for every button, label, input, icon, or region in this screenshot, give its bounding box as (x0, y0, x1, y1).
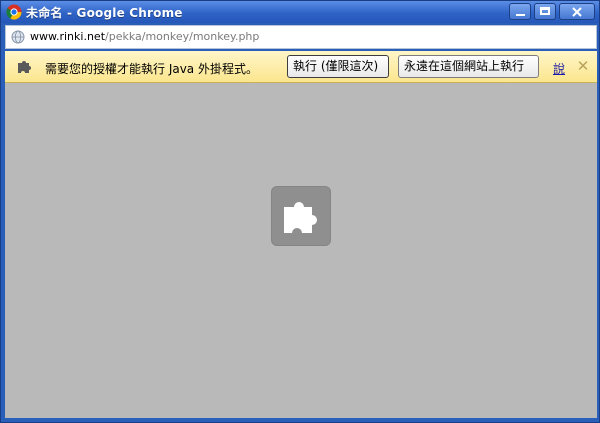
plugin-placeholder-icon (284, 202, 317, 233)
maximize-icon (540, 7, 550, 15)
learn-more-link[interactable]: 說 (553, 60, 566, 77)
chrome-icon (6, 4, 22, 20)
puzzle-piece-icon (18, 61, 31, 73)
globe-icon (11, 30, 25, 44)
url-path: /pekka/monkey/monkey.php (105, 30, 260, 43)
plugin-placeholder[interactable] (271, 186, 331, 246)
minimize-icon (516, 14, 525, 16)
browser-window: 未命名 - Google Chrome www.rinki.net/pekka/… (0, 0, 600, 423)
window-title: 未命名 - Google Chrome (26, 6, 183, 20)
url-host: www.rinki.net (30, 30, 106, 43)
minimize-button[interactable] (509, 3, 531, 20)
page-content (5, 83, 597, 418)
run-once-button[interactable]: 執行 (僅限這次) (287, 55, 389, 78)
url-text[interactable]: www.rinki.net/pekka/monkey/monkey.php (30, 30, 259, 43)
address-bar[interactable]: www.rinki.net/pekka/monkey/monkey.php (5, 25, 597, 49)
run-always-button[interactable]: 永遠在這個網站上執行 (398, 55, 539, 78)
maximize-button[interactable] (534, 3, 556, 20)
title-bar[interactable]: 未命名 - Google Chrome (1, 1, 599, 23)
close-window-button[interactable] (559, 3, 595, 20)
close-infobar-icon[interactable]: ✕ (576, 57, 590, 75)
infobar-message: 需要您的授權才能執行 Java 外掛程式。 (45, 62, 258, 76)
plugin-infobar: 需要您的授權才能執行 Java 外掛程式。 執行 (僅限這次) 永遠在這個網站上… (5, 51, 597, 83)
close-icon (572, 7, 582, 17)
